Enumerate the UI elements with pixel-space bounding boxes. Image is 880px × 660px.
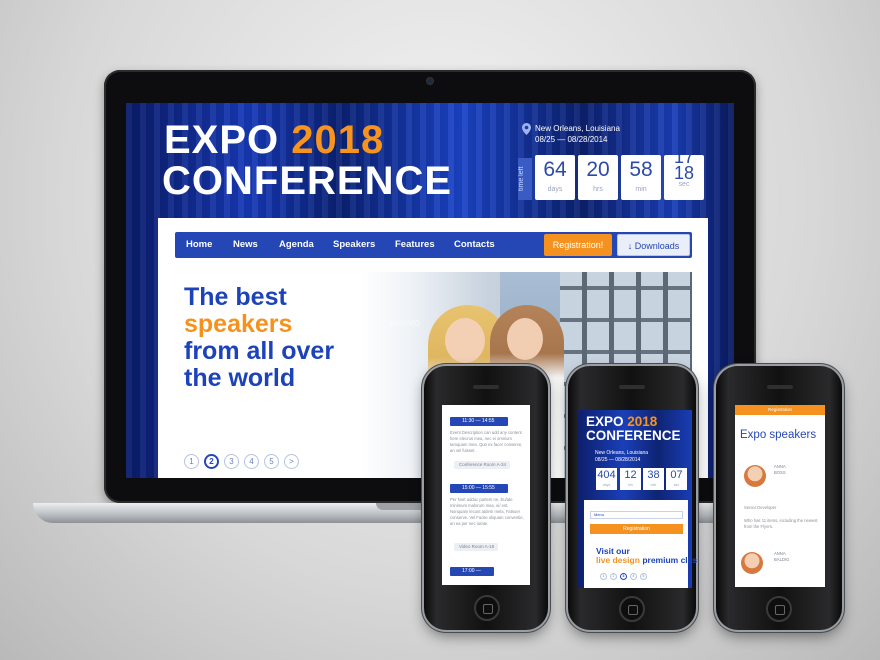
slider-page-5[interactable]: 5 — [264, 454, 279, 469]
speaker-1-surname: BOSS — [774, 470, 786, 475]
mobile-logo-word-expo: EXPO — [586, 414, 624, 429]
event-location: New Orleans, Louisiana 08/25 — 08/28/201… — [535, 123, 620, 145]
speaker-avatar[interactable] — [744, 465, 766, 487]
headline-line-2: speakers — [184, 310, 293, 338]
mobile-countdown-hours-value: 12 — [624, 469, 637, 481]
slider-next-button[interactable]: > — [284, 454, 299, 469]
phone-speaker-grille — [767, 385, 793, 389]
mobile-page-3-active[interactable]: 3 — [620, 573, 627, 580]
mobile-registration-button[interactable]: Registration — [590, 524, 683, 534]
mobile-page-1[interactable]: 1 — [600, 573, 607, 580]
agenda-text-1: Event Description can add any content he… — [450, 430, 523, 453]
hero-person-left-face — [445, 318, 485, 363]
mobile-countdown-seconds: 07 sec — [666, 468, 687, 490]
agenda-time-2: 15:00 — 15:55 — [450, 484, 508, 493]
countdown-days: 64 days — [535, 155, 575, 200]
mobile-hero-headline: Visit our live design premium clas — [596, 547, 697, 565]
mobile-countdown-minutes-value: 38 — [647, 469, 660, 481]
logo-word-expo: EXPO — [164, 118, 280, 162]
slider-page-1[interactable]: 1 — [184, 454, 199, 469]
mobile-countdown-seconds-value: 07 — [670, 469, 683, 481]
mobile-headline-line-2a: live design — [596, 555, 640, 565]
agenda-room-2[interactable]: Video Room A-18 — [454, 543, 498, 551]
mobile-page-5[interactable]: 5 — [640, 573, 647, 580]
hero-headline: The best speakers from all over the worl… — [184, 284, 414, 392]
mobile-menu-select[interactable]: Menu — [590, 511, 683, 519]
headline-line-4: the world — [184, 364, 296, 392]
logo-word-conference[interactable]: CONFERENCE — [162, 160, 452, 202]
mobile-countdown-minutes: 38 min — [643, 468, 664, 490]
speakers-heading: Expo speakers — [740, 429, 817, 441]
countdown-days-unit: days — [547, 186, 563, 193]
slider-page-4[interactable]: 4 — [244, 454, 259, 469]
countdown-minutes-unit: min — [635, 186, 647, 193]
mobile-location-dates: 08/25 — 08/28/2014 — [595, 457, 641, 463]
location-pin-icon — [522, 123, 531, 135]
speaker-avatar[interactable] — [741, 552, 763, 574]
headline-line-1: The best — [184, 283, 287, 311]
countdown-label: time left — [518, 158, 532, 200]
phone-speaker-grille — [473, 385, 499, 389]
slider-page-3[interactable]: 3 — [224, 454, 239, 469]
countdown-minutes: 58 min — [621, 155, 661, 200]
nav-speakers[interactable]: Speakers — [333, 232, 375, 258]
mobile-location: New Orleans, Louisiana 08/25 — 08/28/201… — [595, 450, 648, 464]
nav-contacts[interactable]: Contacts — [454, 232, 495, 258]
nav-news[interactable]: News — [233, 232, 258, 258]
speaker-1-role: Senior Developer — [744, 505, 777, 510]
speaker-1-name: ANNA — [774, 464, 786, 469]
phone-speakers-home-button[interactable] — [766, 596, 792, 622]
countdown-seconds-unit: sec — [678, 181, 690, 188]
mobile-countdown-hours: 12 hrs — [620, 468, 641, 490]
speaker-2-name: ANNA — [774, 551, 786, 556]
mobile-logo-year: 2018 — [627, 414, 658, 429]
hero-person-right-face — [507, 318, 543, 360]
speaker-1-bio: Who has 11 items, including the newest f… — [744, 518, 818, 529]
mobile-logo-word-conference: CONFERENCE — [586, 428, 681, 443]
countdown-hours-unit: hrs — [593, 186, 603, 193]
agenda-time-1: 11:30 — 14:55 — [450, 417, 508, 426]
phone-agenda-home-button[interactable] — [474, 595, 500, 621]
site-logo-top[interactable]: EXPO 2018 — [164, 120, 384, 160]
mobile-countdown-minutes-unit: min — [650, 483, 657, 487]
countdown-minutes-value: 58 — [629, 158, 653, 181]
countdown-days-value: 64 — [543, 158, 567, 181]
mobile-countdown-hours-unit: hrs — [628, 483, 633, 487]
mobile-page-4[interactable]: 4 — [630, 573, 637, 580]
mobile-location-city: New Orleans, Louisiana — [595, 450, 649, 456]
slider-page-2-active[interactable]: 2 — [204, 454, 219, 469]
nav-home[interactable]: Home — [186, 232, 212, 258]
phone-home-home-button[interactable] — [619, 596, 645, 622]
logo-year: 2018 — [291, 118, 385, 162]
agenda-time-3: 17:00 — 17:55 — [450, 567, 494, 583]
countdown-seconds: 17 18 sec — [664, 155, 704, 200]
mobile-headline-line-2b: premium clas — [642, 555, 698, 565]
phone-speaker-grille — [619, 385, 645, 389]
speaker-2-surname: BALDIG — [774, 557, 790, 562]
downloads-button[interactable]: ↓ Downloads — [617, 234, 690, 256]
mobile-countdown-days: 404 days — [596, 468, 617, 490]
agenda-text-2: Per Nort adduc partem ne. Eu/ate minimum… — [450, 497, 524, 526]
location-city: New Orleans, Louisiana — [535, 124, 620, 133]
location-dates: 08/25 — 08/28/2014 — [535, 135, 608, 144]
headline-line-3: from all over — [184, 337, 335, 365]
speakers-registration-bar[interactable]: Registration — [735, 405, 825, 415]
mobile-countdown-seconds-unit: sec — [673, 483, 680, 487]
mobile-page-2[interactable]: 2 — [610, 573, 617, 580]
countdown-hours-value: 20 — [586, 158, 610, 181]
agenda-room-1[interactable]: Conference Room A-34 — [454, 461, 510, 469]
mobile-countdown-days-unit: days — [602, 483, 611, 487]
nav-agenda[interactable]: Agenda — [279, 232, 314, 258]
countdown-hours: 20 hrs — [578, 155, 618, 200]
nav-features[interactable]: Features — [395, 232, 435, 258]
mobile-countdown-days-value: 404 — [597, 469, 616, 481]
phone-agenda-screen: 11:30 — 14:55 Event Description can add … — [442, 405, 530, 585]
mobile-logo[interactable]: EXPO 2018 CONFERENCE — [586, 415, 681, 443]
webcam-icon — [426, 77, 434, 85]
registration-button[interactable]: Registration! — [544, 234, 612, 256]
